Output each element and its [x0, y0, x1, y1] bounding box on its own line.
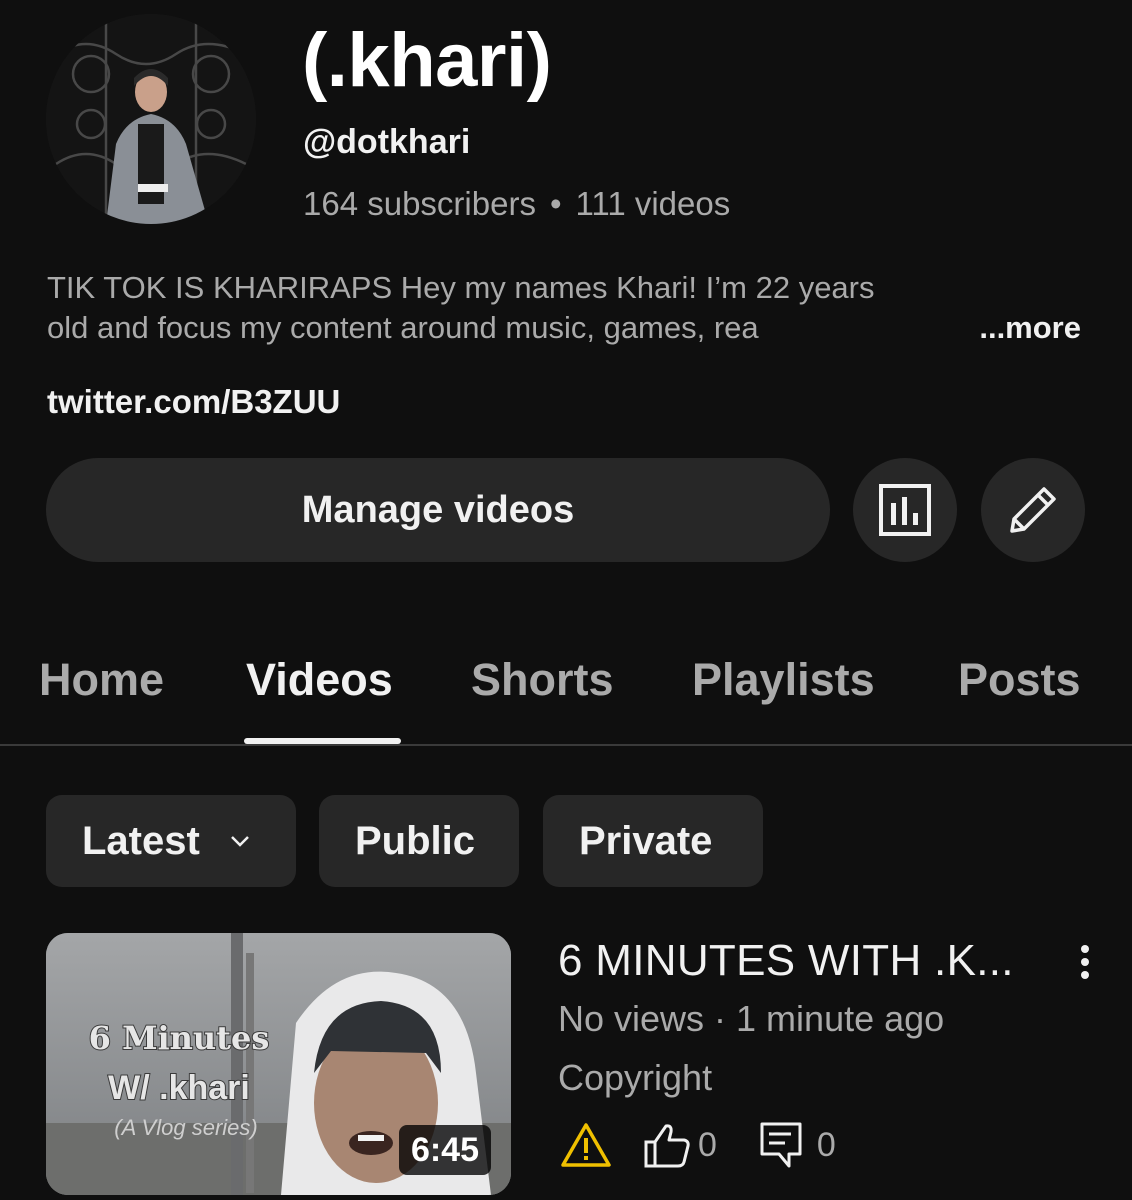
description-text: old and focus my content around music, g…: [47, 310, 759, 345]
video-stats-row: 0 0: [560, 1118, 836, 1172]
video-thumbnail[interactable]: 6 Minutes W/ .khari (A Vlog series) 6:45: [46, 933, 511, 1195]
channel-description[interactable]: TIK TOK IS KHARIRAPS Hey my names Khari!…: [47, 268, 1087, 358]
tab-playlists[interactable]: Playlists: [692, 654, 875, 706]
video-meta: No views · 1 minute ago: [558, 998, 945, 1039]
edit-channel-button[interactable]: [981, 458, 1085, 562]
video-title[interactable]: 6 MINUTES WITH .K...: [558, 935, 1014, 987]
analytics-button[interactable]: [853, 458, 957, 562]
filter-private-chip[interactable]: Private: [543, 795, 763, 887]
pencil-icon: [1010, 487, 1056, 533]
channel-avatar[interactable]: [46, 14, 256, 224]
thumbs-up-icon: [644, 1124, 690, 1168]
description-line: old and focus my content around music, g…: [47, 308, 1087, 358]
channel-name: (.khari): [302, 18, 552, 103]
manage-videos-button[interactable]: Manage videos: [46, 458, 830, 562]
comment-count: 0: [816, 1125, 836, 1164]
comment-icon: [760, 1122, 802, 1168]
channel-tabs: Home Videos Shorts Playlists Posts: [0, 640, 1132, 746]
channel-link[interactable]: twitter.com/B3ZUU: [47, 380, 340, 424]
thumbnail-subtext: (A Vlog series): [114, 1115, 258, 1140]
chevron-down-icon: [230, 836, 249, 847]
channel-stats: 164 subscribers • 111 videos: [303, 183, 730, 225]
description-line: TIK TOK IS KHARIRAPS Hey my names Khari!…: [47, 270, 875, 305]
more-options-button[interactable]: [1070, 940, 1100, 984]
thumbnail-text: W/ .khari: [107, 1068, 251, 1108]
subscriber-count: 164 subscribers: [303, 185, 536, 222]
stats-separator: •: [549, 185, 562, 222]
channel-handle: @dotkhari: [303, 123, 471, 161]
more-link[interactable]: ...more: [979, 308, 1081, 348]
video-count: 111 videos: [575, 185, 731, 222]
tab-posts[interactable]: Posts: [958, 654, 1081, 706]
video-duration: 6:45: [398, 1125, 491, 1175]
analytics-icon: [879, 484, 931, 536]
thumbnail-text: 6 Minutes: [88, 1018, 271, 1058]
like-count: 0: [698, 1125, 717, 1164]
sort-dropdown[interactable]: Latest: [46, 795, 296, 887]
tab-videos[interactable]: Videos: [246, 654, 393, 706]
video-visibility: Copyright: [558, 1057, 713, 1098]
tab-shorts[interactable]: Shorts: [471, 654, 614, 706]
filter-public-chip[interactable]: Public: [319, 795, 519, 887]
warning-icon[interactable]: [560, 1122, 612, 1168]
active-tab-indicator: [244, 738, 401, 744]
kebab-menu-icon: [1081, 945, 1089, 979]
tab-home[interactable]: Home: [39, 654, 164, 706]
sort-label: Latest: [82, 818, 200, 863]
